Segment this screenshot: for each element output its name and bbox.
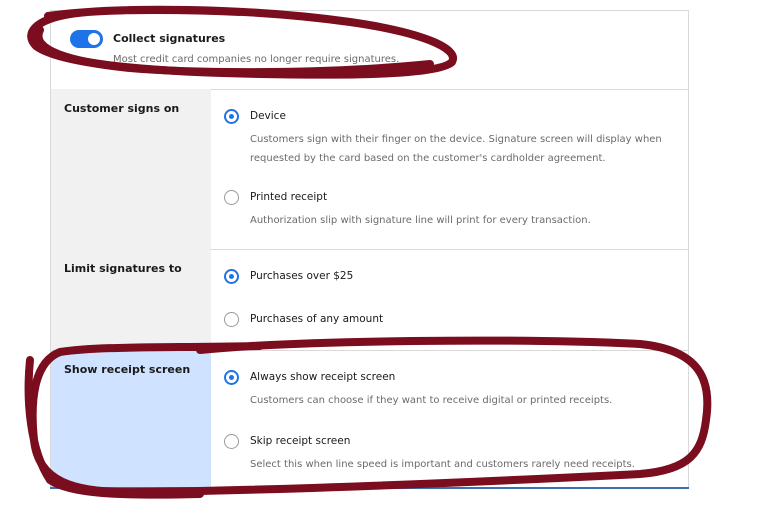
option-printed-receipt-description: Authorization slip with signature line w…	[250, 215, 591, 226]
collect-signatures-row: Collect signatures Most credit card comp…	[51, 11, 688, 90]
limit-signatures-label: Limit signatures to	[64, 262, 182, 275]
bottom-accent-line	[50, 487, 689, 489]
section-label-cell: Show receipt screen	[51, 350, 211, 489]
collect-signatures-toggle[interactable]	[70, 30, 103, 48]
option-device-label: Device	[250, 110, 286, 122]
show-receipt-screen-label: Show receipt screen	[64, 363, 191, 376]
customer-signs-on-section: Customer signs on Device Customers sign …	[51, 89, 688, 250]
option-skip-receipt-description: Select this when line speed is important…	[250, 459, 635, 470]
customer-signs-on-label: Customer signs on	[64, 102, 180, 115]
option-skip-receipt-label: Skip receipt screen	[250, 435, 351, 447]
radio-any-amount[interactable]	[224, 312, 239, 327]
collect-signatures-title: Collect signatures	[113, 32, 226, 45]
limit-signatures-section: Limit signatures to Purchases over $25 P…	[51, 249, 688, 351]
show-receipt-screen-section: Show receipt screen Always show receipt …	[51, 350, 688, 489]
option-device-description: Customers sign with their finger on the …	[250, 134, 662, 164]
signature-settings-panel: Collect signatures Most credit card comp…	[50, 10, 689, 489]
radio-printed-receipt[interactable]	[224, 190, 239, 205]
section-label-cell: Customer signs on	[51, 89, 211, 249]
toggle-knob	[88, 33, 100, 45]
radio-skip-receipt[interactable]	[224, 434, 239, 449]
radio-always-show[interactable]	[224, 370, 239, 385]
section-label-cell: Limit signatures to	[51, 249, 211, 350]
option-over-25-label: Purchases over $25	[250, 270, 354, 282]
option-always-show-description: Customers can choose if they want to rec…	[250, 395, 613, 406]
option-always-show-label: Always show receipt screen	[250, 371, 396, 383]
radio-device[interactable]	[224, 109, 239, 124]
collect-signatures-description: Most credit card companies no longer req…	[113, 54, 400, 65]
radio-over-25[interactable]	[224, 269, 239, 284]
option-any-amount-label: Purchases of any amount	[250, 313, 384, 325]
option-printed-receipt-label: Printed receipt	[250, 191, 328, 203]
